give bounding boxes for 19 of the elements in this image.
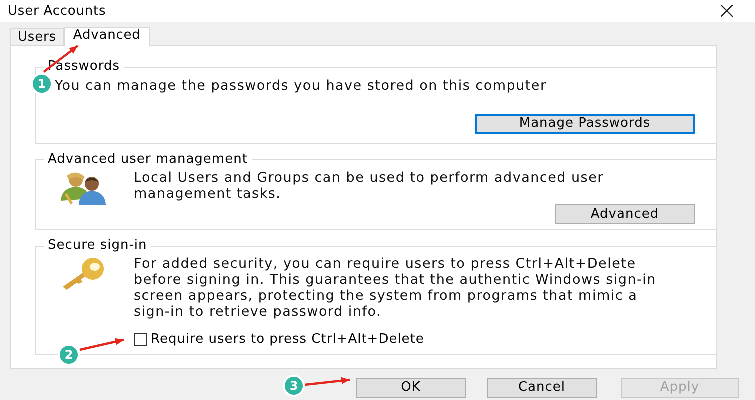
close-icon[interactable] [721, 5, 733, 17]
group-description: For added security, you can require users to press Ctrl+Alt+Delete before signing in. This guarantees that the authentic Windows sign-in screen appears, protecting the system from programs that mimic a sign-in to retrieve password info. [134, 255, 658, 320]
checkbox-label[interactable]: Require users to press Ctrl+Alt+Delete [151, 332, 424, 347]
checkbox[interactable] [134, 333, 147, 346]
pointer-arrow [304, 377, 350, 386]
cancel-button[interactable]: Cancel [487, 378, 597, 398]
ok-button[interactable]: OK [356, 378, 466, 398]
group-title: Advanced user management [47, 152, 249, 166]
group-title: Secure sign-in [47, 239, 148, 253]
group-title: Passwords [47, 60, 121, 74]
pointer-arrow [80, 338, 124, 352]
group-description: You can manage the passwords you have stored on this computer [55, 77, 548, 94]
tab[interactable]: Advanced [64, 27, 150, 46]
group-description: Local Users and Groups can be used to perform advanced user management tasks. [134, 168, 605, 202]
step-badge: 3 [283, 375, 305, 397]
window-title: User Accounts [8, 4, 106, 18]
manage-passwords-button[interactable]: Manage Passwords [475, 114, 695, 134]
advanced-button[interactable]: Advanced [555, 204, 695, 224]
tab[interactable]: Users [10, 28, 64, 45]
